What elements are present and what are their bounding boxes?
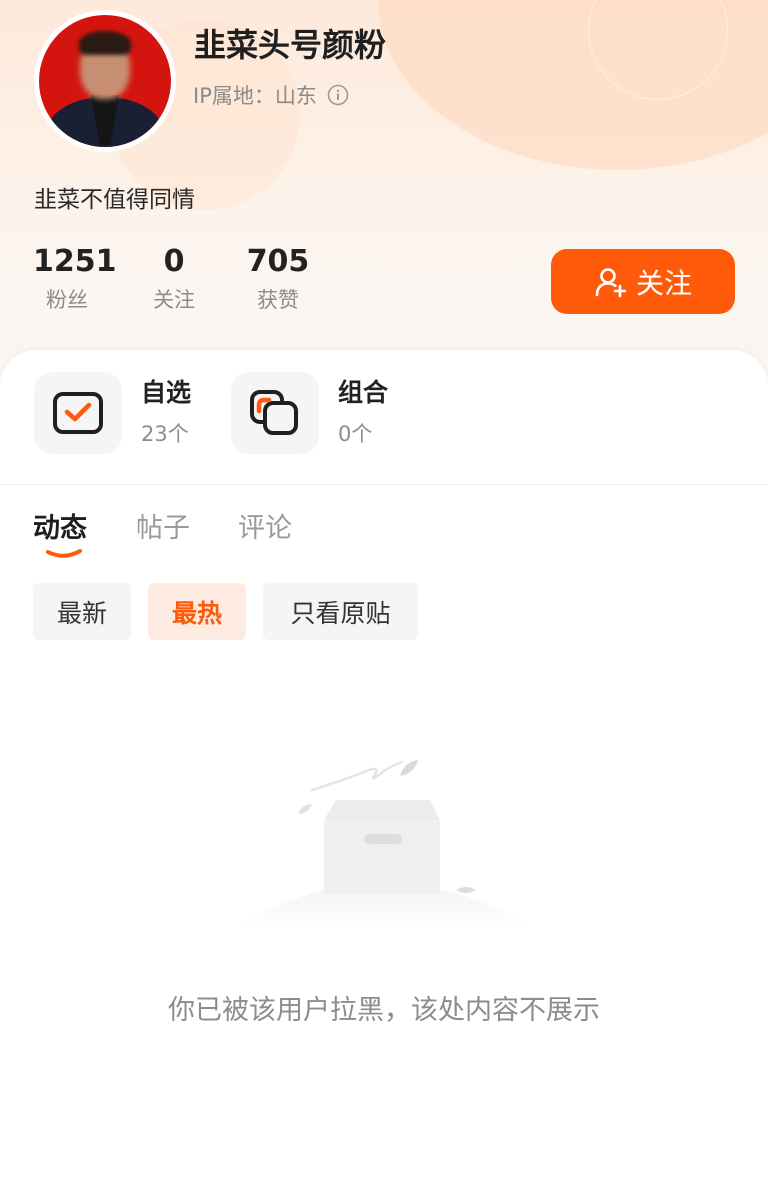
portfolio-count: 0个 [338, 422, 373, 446]
likes-count: 705 [246, 244, 310, 279]
shortcut-watchlist[interactable]: 自选 23个 [34, 372, 191, 454]
follow-button-label: 关注 [635, 266, 692, 300]
tab-posts[interactable]: 帖子 [136, 506, 190, 545]
user-bio: 韭菜不值得同情 [34, 187, 195, 213]
shortcut-portfolio[interactable]: 组合 0个 [231, 372, 388, 454]
watchlist-count: 23个 [141, 422, 189, 446]
info-icon[interactable] [327, 84, 349, 106]
likes-label: 获赞 [257, 288, 299, 312]
tab-dynamic[interactable]: 动态 [33, 506, 87, 545]
avatar[interactable] [34, 10, 176, 152]
stat-fans[interactable]: 1251 粉丝 [33, 244, 117, 314]
stat-likes[interactable]: 705 获赞 [246, 244, 310, 314]
ip-location-row: IP属地：山东 [193, 80, 349, 110]
ip-location: IP属地：山东 [193, 84, 317, 108]
portfolio-overlap-icon [250, 390, 298, 435]
follow-button[interactable]: 关注 [551, 249, 735, 314]
add-user-icon [595, 267, 627, 297]
empty-box-icon [234, 760, 534, 928]
filter-hottest[interactable]: 最热 [148, 583, 246, 640]
fans-count: 1251 [33, 244, 117, 279]
watchlist-title: 自选 [141, 378, 192, 407]
filter-original-only[interactable]: 只看原贴 [263, 583, 418, 640]
filter-newest[interactable]: 最新 [33, 583, 131, 640]
fans-label: 粉丝 [46, 288, 88, 312]
empty-state-message: 你已被该用户拉黑，该处内容不展示 [168, 995, 600, 1026]
active-tab-indicator [46, 549, 82, 558]
following-label: 关注 [153, 288, 195, 312]
tab-comments[interactable]: 评论 [238, 506, 292, 545]
stat-following[interactable]: 0 关注 [142, 244, 206, 314]
avatar-image [39, 15, 171, 147]
watchlist-check-icon [53, 392, 103, 434]
following-count: 0 [163, 244, 185, 279]
section-divider [0, 484, 768, 485]
username: 韭菜头号颜粉 [194, 26, 387, 64]
portfolio-title: 组合 [338, 378, 389, 407]
